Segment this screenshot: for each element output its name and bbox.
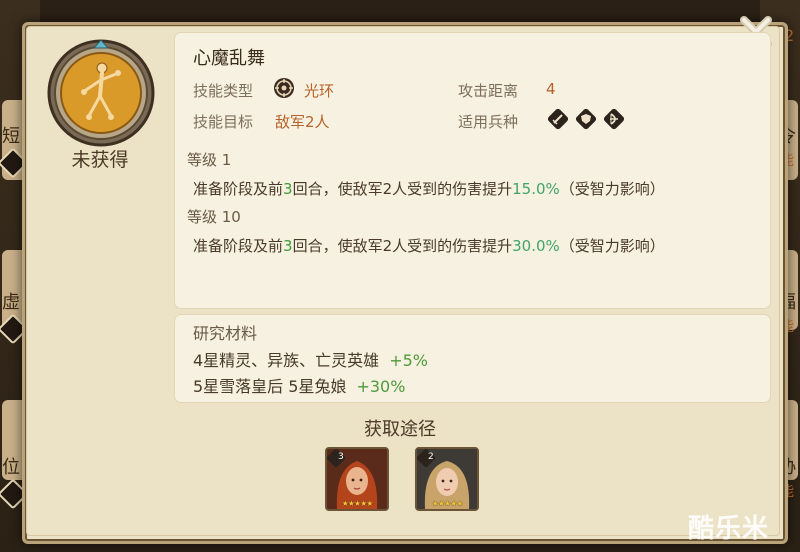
skill-target-value: 敌军2人 [275, 113, 330, 131]
watermark: 酷乐米 [688, 514, 770, 544]
skill-icon [46, 38, 156, 148]
skill-target-label: 技能目标 [193, 113, 254, 131]
material-text: 5星雪落皇后 5星兔娘 [193, 377, 347, 396]
material-line: 4星精灵、异族、亡灵英雄 +5% [193, 347, 428, 371]
round-count: 3 [283, 237, 293, 255]
background-text: 位 [2, 457, 20, 478]
shield-troop-icon [575, 108, 597, 130]
level-description: 准备阶段及前3回合，使敌军2人受到的伤害提升15.0%（受智力影响） [193, 178, 665, 199]
description-note: （受智力影响） [559, 180, 665, 198]
skill-info-panel [175, 33, 770, 308]
troop-icons [547, 108, 625, 130]
description-text: 回合，使敌军2人受到的伤害提升 [292, 180, 513, 198]
skill-name: 心魔乱舞 [193, 48, 265, 69]
damage-percent: 15.0% [512, 180, 560, 198]
attack-range-label: 攻击距离 [458, 82, 519, 100]
obtain-title: 获取途径 [364, 419, 436, 440]
material-line: 5星雪落皇后 5星兔娘 +30% [193, 373, 405, 397]
skill-type-label: 技能类型 [193, 82, 254, 100]
acquire-status: 未获得 [71, 149, 129, 171]
hero-stars: ★★★★★ [431, 499, 464, 508]
material-text: 4星精灵、异族、亡灵英雄 [193, 351, 380, 370]
level-label: 等级 10 [187, 208, 241, 226]
hero-stars: ★★★★★ [341, 499, 374, 508]
hero-card-snow-queen[interactable]: 3 ★★★★★ [325, 447, 389, 511]
description-note: （受智力影响） [559, 237, 665, 255]
materials-title: 研究材料 [193, 324, 258, 343]
aura-type-icon [273, 77, 295, 99]
skill-type-value: 光环 [304, 82, 335, 100]
round-count: 3 [283, 180, 293, 198]
hero-level: 3 [338, 452, 344, 462]
attack-range-value: 4 [546, 80, 556, 98]
level-description: 准备阶段及前3回合，使敌军2人受到的伤害提升30.0%（受智力影响） [193, 235, 665, 256]
bow-troop-icon [603, 108, 625, 130]
sword-troop-icon [547, 108, 569, 130]
level-label: 等级 1 [187, 151, 232, 169]
background-text: 短 [2, 126, 20, 147]
hero-card-bunny-girl[interactable]: 2 ★★★★★ [415, 447, 479, 511]
description-text: 准备阶段及前 [193, 180, 284, 198]
troop-type-label: 适用兵种 [458, 113, 519, 131]
description-text: 准备阶段及前 [193, 237, 284, 255]
material-bonus: +30% [356, 377, 406, 396]
hero-level: 2 [428, 452, 434, 462]
description-text: 回合，使敌军2人受到的伤害提升 [292, 237, 513, 255]
material-bonus: +5% [389, 351, 428, 370]
damage-percent: 30.0% [512, 237, 560, 255]
background-text: 虚 [2, 292, 20, 313]
